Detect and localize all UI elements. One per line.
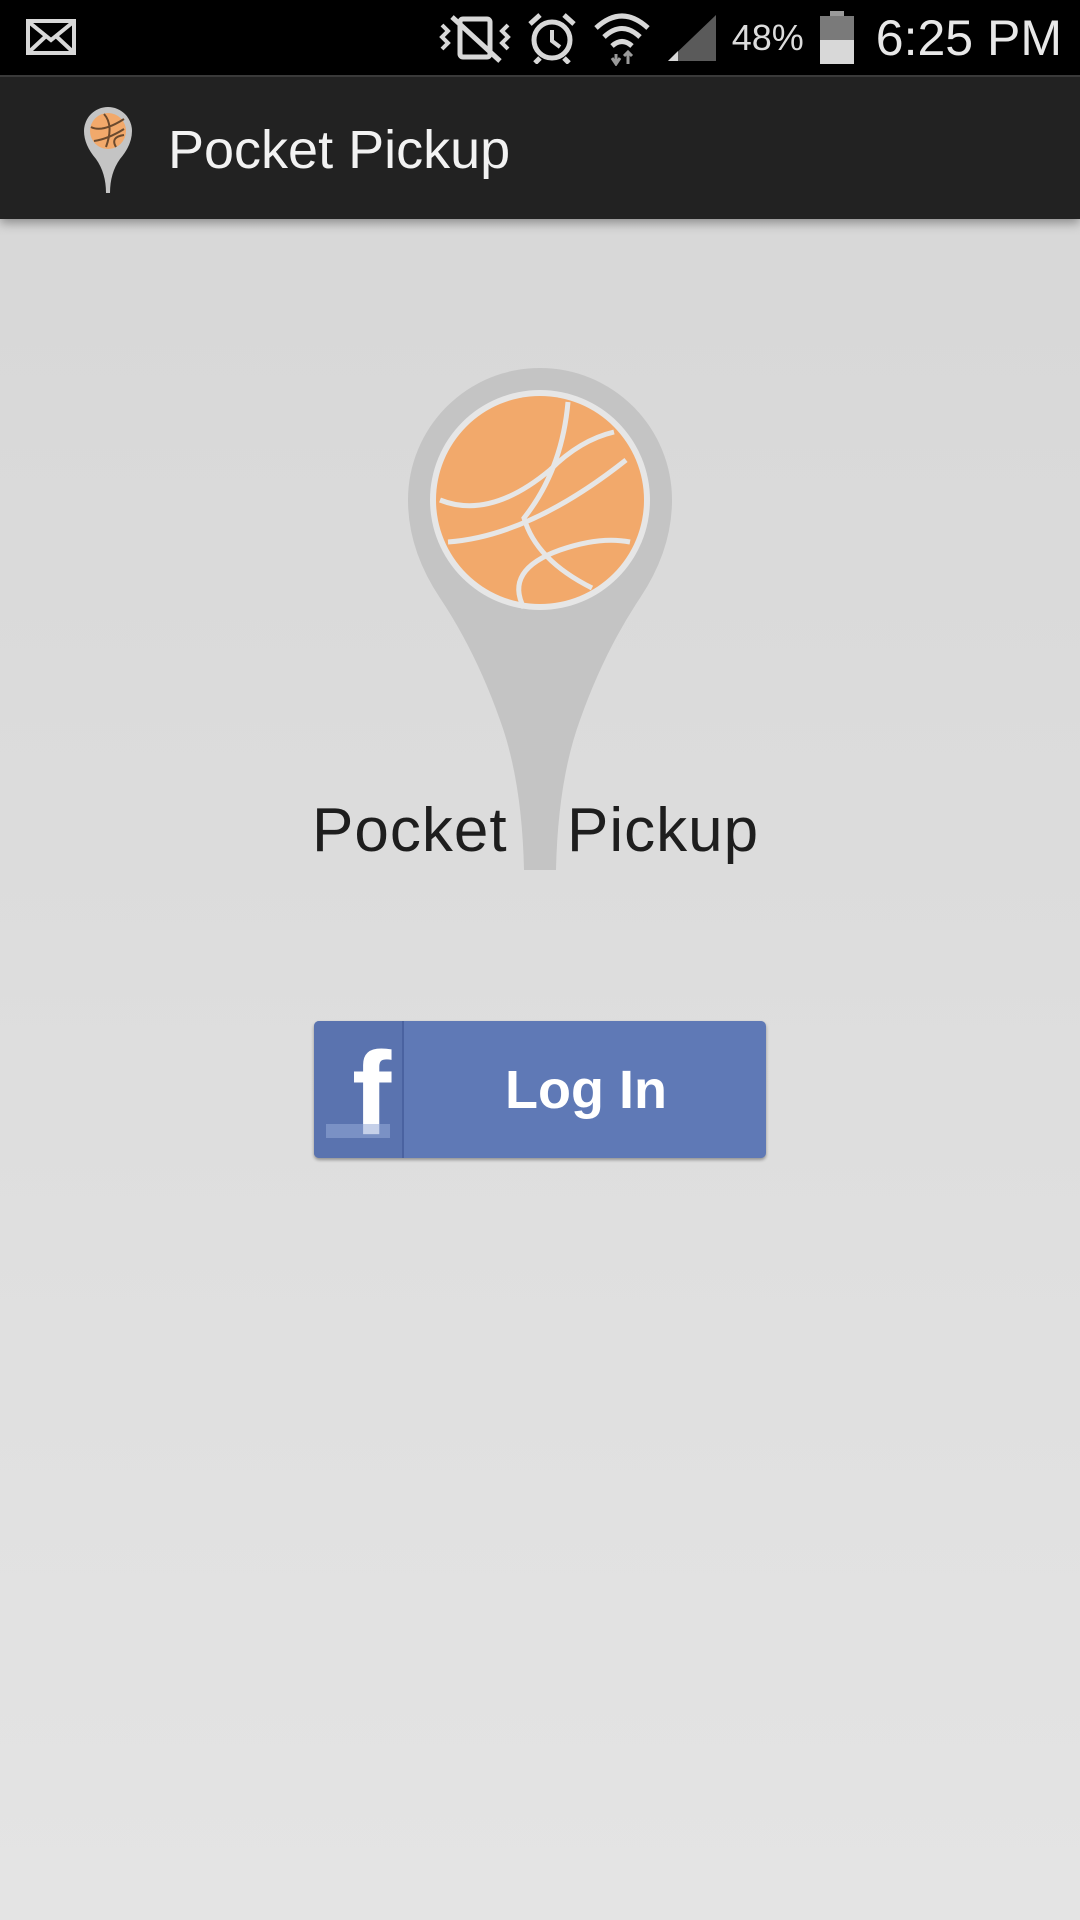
facebook-login-button[interactable]: f Log In xyxy=(314,1021,766,1158)
wifi-icon xyxy=(594,13,650,66)
login-button-label: Log In xyxy=(505,1059,667,1120)
action-bar: Pocket Pickup xyxy=(0,75,1080,219)
pocket-pickup-logo-icon xyxy=(408,368,672,870)
vibrate-mute-icon xyxy=(438,14,511,63)
alarm-icon xyxy=(528,12,576,64)
battery-percent: 48% xyxy=(731,16,804,58)
logo-word-pickup: Pickup xyxy=(567,796,760,865)
app-title: Pocket Pickup xyxy=(168,120,511,180)
email-notification-icon xyxy=(26,19,76,55)
facebook-icon-shade xyxy=(326,1124,390,1138)
clock: 6:25 PM xyxy=(875,9,1062,66)
logo-word-pocket: Pocket xyxy=(312,796,508,865)
status-bar: 48% 6:25 PM xyxy=(0,0,1080,75)
cell-signal-icon xyxy=(667,14,716,61)
facebook-icon: f xyxy=(314,1021,404,1158)
battery-icon xyxy=(819,10,854,64)
pocket-pickup-pin-icon[interactable] xyxy=(80,103,136,195)
